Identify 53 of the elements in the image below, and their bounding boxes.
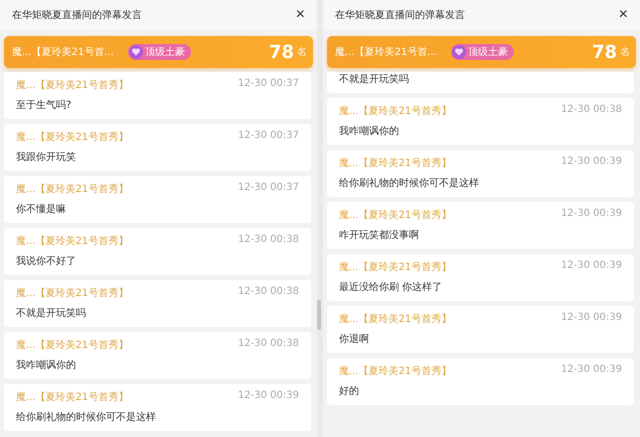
- message-text: 我跟你开玩笑: [16, 150, 77, 164]
- close-button[interactable]: ×: [292, 7, 309, 23]
- rank-number: 78: [592, 42, 617, 62]
- message-text: 我说你不好了: [16, 254, 77, 268]
- message-time: 12-30 00:38: [560, 104, 622, 117]
- user-name: 魔...【夏玲美21号首秀】: [16, 182, 128, 196]
- message-text: 最近没给你刷 你这样了: [339, 280, 444, 294]
- message-text: 不就是开玩笑吗: [16, 306, 87, 320]
- message-time: 12-30 00:39: [560, 312, 622, 325]
- user-name: 魔...【夏玲美21号首秀】: [339, 364, 452, 378]
- user-name: 魔...【夏玲美21号首秀】: [339, 104, 452, 118]
- message-time: 12-30 00:39: [560, 208, 622, 221]
- user-name: 魔...【夏玲美21号首秀】: [16, 390, 128, 404]
- message-text: 你退啊: [339, 332, 370, 346]
- user-name: 魔...【夏玲美21号首秀】: [16, 286, 128, 300]
- user-name: 魔...【夏玲美21号首秀】: [339, 208, 452, 222]
- rank-number: 78: [268, 42, 294, 62]
- message-time: 12-30 00:39: [238, 390, 299, 403]
- message-text: 给你刷礼物的时候你可不是这样: [339, 176, 480, 190]
- message-text: 我咋嘲讽你的: [339, 124, 400, 138]
- message-time: 12-30 00:39: [560, 156, 622, 169]
- user-name: 魔...【夏玲美21号首秀】: [16, 130, 128, 144]
- panel-title: 在华矩晓夏直播间的弹幕发言: [12, 8, 142, 22]
- message-text: 好的: [339, 385, 360, 398]
- close-button[interactable]: ×: [614, 7, 632, 23]
- user-name: 魔...【夏玲美21号首秀】: [339, 312, 452, 326]
- user-name: 魔...【夏玲美21号首...: [335, 46, 437, 59]
- user-name: 魔...【夏玲美21号首秀】: [16, 78, 128, 92]
- message-text: 我咋嘲讽你的: [16, 358, 77, 372]
- scrollbar-thumb[interactable]: [317, 300, 321, 330]
- badge-label: 顶级土豪: [468, 46, 508, 59]
- message-text: 不就是开玩笑吗: [339, 72, 410, 86]
- badge-label: 顶级土豪: [144, 46, 185, 59]
- message-text: 给你刷礼物的时候你可不是这样: [16, 410, 157, 424]
- message-time: 12-30 00:38: [238, 234, 299, 247]
- user-name: 魔...【夏玲美21号首秀】: [16, 338, 128, 352]
- message-time: 12-30 00:39: [560, 260, 622, 273]
- message-time: 12-30 00:37: [238, 78, 299, 91]
- message-text: 你不懂是嘛: [16, 202, 67, 216]
- message-time: 12-30 00:37: [238, 182, 299, 195]
- user-name: 魔...【夏玲美21号首...: [12, 46, 114, 59]
- message-time: 12-30 00:37: [238, 130, 299, 143]
- user-name: 魔...【夏玲美21号首秀】: [339, 156, 452, 170]
- rank-unit: 名: [297, 46, 307, 59]
- panel-title: 在华矩晓夏直播间的弹幕发言: [335, 8, 465, 22]
- user-name: 魔...【夏玲美21号首秀】: [16, 234, 128, 248]
- message-text: 咋开玩笑都没事啊: [339, 228, 420, 242]
- message-time: 12-30 00:39: [560, 364, 622, 377]
- message-text: 至于生气吗?: [16, 98, 72, 112]
- user-name: 魔...【夏玲美21号首秀】: [339, 260, 452, 274]
- message-time: 12-30 00:38: [238, 338, 299, 351]
- message-time: 12-30 00:38: [238, 286, 299, 299]
- rank-unit: 名: [620, 46, 630, 59]
